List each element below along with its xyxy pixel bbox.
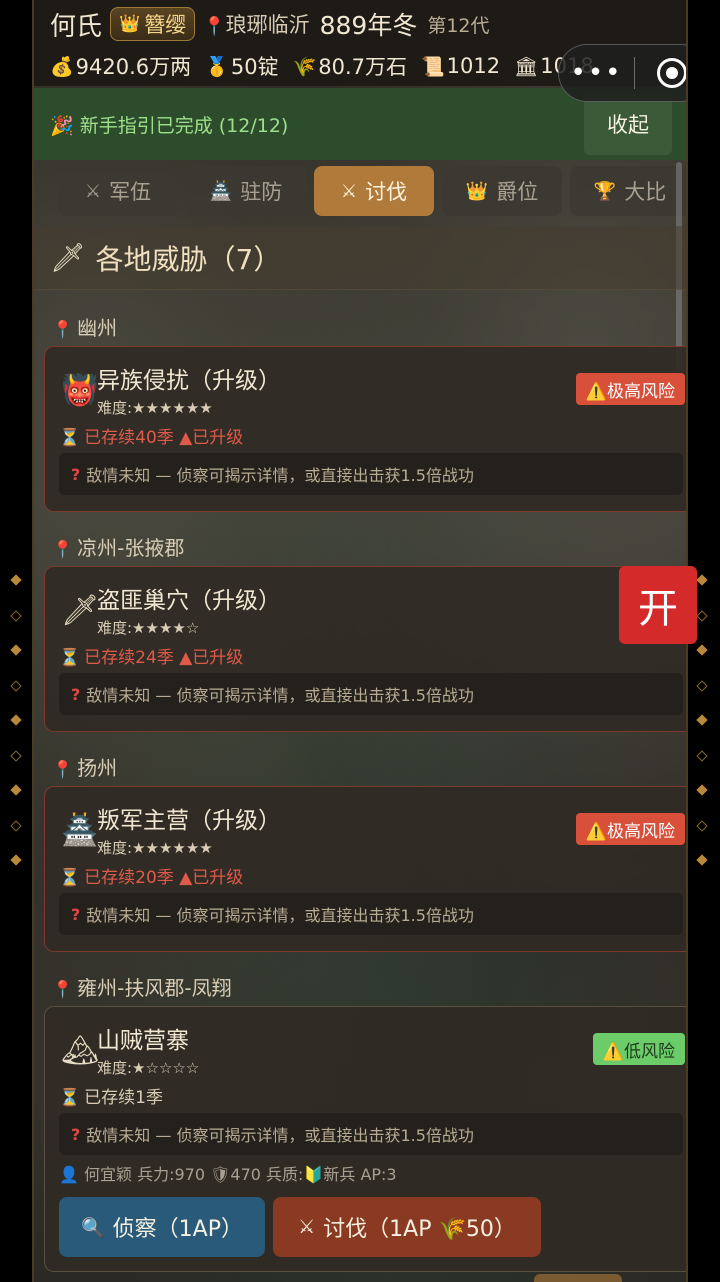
hourglass-icon: ⏳ <box>59 1088 81 1108</box>
risk-badge: ⚠️极高风险 <box>575 813 685 845</box>
upgrade-flag: ▲已升级 <box>179 868 244 888</box>
tutorial-status: 🎉 新手指引已完成 (12/12) <box>50 114 289 137</box>
threat-card[interactable]: 🏯 叛军主营（升级） 难度:★★★★★★ ⏳ 已存续20季 ▲已升级 ⚠️极高风险… <box>44 786 686 952</box>
threat-name: 山贼营寨 <box>97 1028 189 1054</box>
tab-army[interactable]: ⚔ 军伍 <box>58 166 178 216</box>
risk-badge: ⚠️极高风险 <box>575 373 685 405</box>
more-menu-button[interactable]: ••• <box>559 60 634 86</box>
location-pin-icon: 📍 <box>52 980 74 1000</box>
scroll-icon: 📜 <box>421 55 445 78</box>
location-pin-icon: 📍 <box>52 320 74 340</box>
intel-note: ? 敌情未知 — 侦察可揭示详情，或直接出击获1.5倍战功 <box>59 893 683 935</box>
dagger-icon: 🗡 <box>50 241 86 274</box>
intel-note: ? 敌情未知 — 侦察可揭示详情，或直接出击获1.5倍战功 <box>59 1113 683 1155</box>
risk-badge: ⚠️低风险 <box>592 1033 685 1065</box>
resource-ingot: 🥇 50锭 <box>205 55 279 79</box>
question-icon: ? <box>71 684 81 704</box>
hourglass-icon: ⏳ <box>59 428 81 448</box>
crown-icon: 👑 <box>119 14 141 34</box>
bottom-button-edge[interactable] <box>534 1274 622 1282</box>
threat-name: 盗匪巢穴（升级） <box>97 588 281 614</box>
region-label: 📍 扬州 <box>52 756 118 780</box>
location-pin-icon: 📍 <box>52 540 74 560</box>
attack-button[interactable]: ⚔ 讨伐（1AP 🌾50） <box>273 1197 541 1257</box>
threat-name: 异族侵扰（升级） <box>97 368 281 394</box>
grain-icon: 🌾 <box>292 55 317 78</box>
crossed-swords-icon: ⚔ <box>84 180 102 202</box>
generation: 第12代 <box>427 14 490 37</box>
tab-garrison[interactable]: 🏯 驻防 <box>186 166 306 216</box>
upgrade-flag: ▲已升级 <box>179 428 244 448</box>
tab-nobility[interactable]: 👑 爵位 <box>442 166 562 216</box>
demon-mask-icon: 👹 <box>61 373 99 408</box>
duration: ⏳ 已存续40季 ▲已升级 <box>59 428 244 448</box>
intel-note: ? 敌情未知 — 侦察可揭示详情，或直接出击获1.5倍战功 <box>59 453 683 495</box>
silver-ingot-icon: 🥇 <box>205 55 229 78</box>
close-program-button[interactable] <box>635 58 686 88</box>
collapse-button[interactable]: 收起 <box>584 93 672 155</box>
duration: ⏳ 已存续20季 ▲已升级 <box>59 868 244 888</box>
intel-note: ? 敌情未知 — 侦察可揭示详情，或直接出击获1.5倍战功 <box>59 673 683 715</box>
question-icon: ? <box>71 904 81 924</box>
dagger-icon: 🗡 <box>61 593 100 628</box>
difficulty: 难度:★★★★★★ <box>97 839 213 857</box>
location-pin-icon: 📍 <box>52 760 74 780</box>
resource-grain: 🌾 80.7万石 <box>292 55 407 79</box>
target-icon <box>657 58 686 88</box>
crown-icon: 👑 <box>465 180 489 202</box>
game-frame: 何氏 👑 簪缨 📍琅琊临沂 889年冬 第12代 💰 9420.6万两 🥇 50锭 … <box>32 0 688 1282</box>
resource-money: 💰 9420.6万两 <box>50 55 192 79</box>
rank-badge[interactable]: 👑 簪缨 <box>110 7 196 41</box>
threat-card[interactable]: 👹 异族侵扰（升级） 难度:★★★★★★ ⏳ 已存续40季 ▲已升级 ⚠️极高风险… <box>44 346 686 512</box>
region-label: 📍 幽州 <box>52 316 118 340</box>
money-bag-icon: 💰 <box>50 55 74 78</box>
rank-label: 簪缨 <box>144 13 187 37</box>
question-icon: ? <box>71 1124 81 1144</box>
clan-name: 何氏 <box>50 11 103 42</box>
trophy-icon: 🏆 <box>593 180 617 202</box>
tab-tournament[interactable]: 🏆 大比 <box>570 166 686 216</box>
upgrade-flag: ▲已升级 <box>179 648 244 668</box>
section-header: 🗡 各地威胁（7） <box>34 226 686 290</box>
location-pin-icon: 📍 <box>203 16 226 37</box>
crossed-swords-icon: ⚔ <box>298 1216 316 1238</box>
year-season: 889年冬 <box>319 11 418 40</box>
tab-bar: ⚔ 军伍 🏯 驻防 ⚔ 讨伐 👑 爵位 🏆 大比 <box>58 166 686 216</box>
mountain-icon: 🏔 <box>61 1033 100 1068</box>
location-label: 琅琊临沂 <box>225 13 310 37</box>
hourglass-icon: ⏳ <box>59 868 81 888</box>
duration: ⏳ 已存续1季 <box>59 1088 163 1108</box>
region-label: 📍 凉州-张掖郡 <box>52 536 185 560</box>
region-label: 📍 雍州-扶风郡-凤翔 <box>52 976 232 1000</box>
difficulty: 难度:★★★★★★ <box>97 399 213 417</box>
difficulty: 难度:★☆☆☆☆ <box>97 1059 200 1077</box>
threat-name: 叛军主营（升级） <box>97 808 281 834</box>
floating-open-button[interactable]: 开 <box>619 566 697 644</box>
resource-scroll: 📜 1012 <box>421 54 501 78</box>
assigned-unit-info: 👤 何宜颖 兵力:970 🛡470 兵质:🔰新兵 AP:3 <box>59 1165 397 1184</box>
section-title: 各地威胁（7） <box>95 242 282 276</box>
magnifier-icon: 🔍 <box>81 1216 105 1239</box>
tab-campaign[interactable]: ⚔ 讨伐 <box>314 166 434 216</box>
question-icon: ? <box>71 464 81 484</box>
crossed-swords-icon: ⚔ <box>340 180 358 202</box>
right-ornament <box>696 570 708 870</box>
threat-card[interactable]: 🏔 山贼营寨 难度:★☆☆☆☆ ⏳ 已存续1季 ⚠️低风险 ? 敌情未知 — 侦察可… <box>44 1006 686 1272</box>
difficulty: 难度:★★★★☆ <box>97 619 200 637</box>
duration: ⏳ 已存续24季 ▲已升级 <box>59 648 244 668</box>
location: 📍琅琊临沂 <box>203 9 309 39</box>
mini-program-capsule: ••• <box>558 44 686 102</box>
hourglass-icon: ⏳ <box>59 648 81 668</box>
fortress-icon: 🏯 <box>61 813 99 848</box>
castle-icon: 🏯 <box>209 180 233 202</box>
party-icon: 🎉 <box>50 114 74 137</box>
left-ornament <box>10 570 22 870</box>
scout-button[interactable]: 🔍 侦察（1AP） <box>59 1197 265 1257</box>
threat-card[interactable]: 🗡 盗匪巢穴（升级） 难度:★★★★☆ ⏳已存续24季 ▲已升级 ⚠️ ?敌情未… <box>44 566 686 732</box>
building-icon: 🏛 <box>514 55 539 78</box>
